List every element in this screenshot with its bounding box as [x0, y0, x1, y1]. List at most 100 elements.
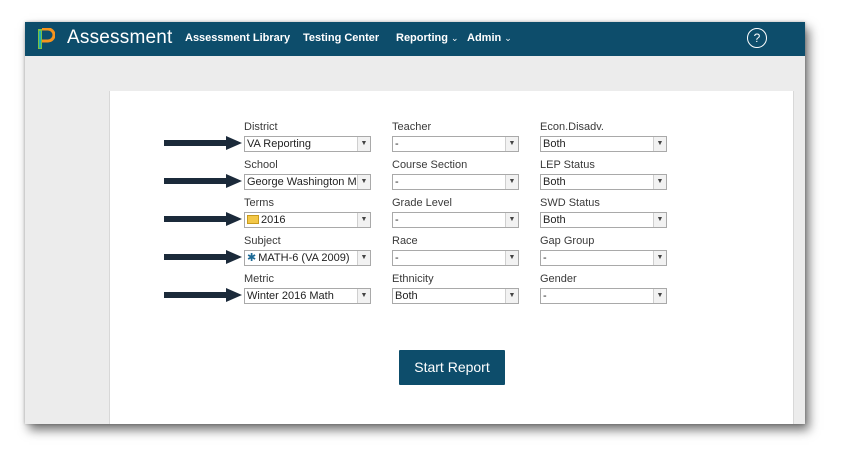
chevron-down-icon: ▼ [357, 251, 370, 265]
race-field: Race - ▼ [392, 234, 519, 266]
course-section-select[interactable]: - ▼ [392, 174, 519, 190]
teacher-select[interactable]: - ▼ [392, 136, 519, 152]
chevron-down-icon: ▼ [653, 213, 666, 227]
teacher-value: - [395, 138, 399, 150]
metric-value: Winter 2016 Math [247, 290, 334, 302]
app-window: Assessment Assessment Library Testing Ce… [25, 22, 805, 424]
nav-reporting-menu[interactable]: Reporting ⌄ [396, 32, 459, 44]
swd-status-field: SWD Status Both ▼ [540, 196, 667, 228]
grade-level-select[interactable]: - ▼ [392, 212, 519, 228]
annotation-arrow-icon [164, 174, 242, 188]
chevron-down-icon: ▼ [653, 251, 666, 265]
lep-status-field: LEP Status Both ▼ [540, 158, 667, 190]
nav-label: Admin [467, 32, 502, 44]
ethnicity-field: Ethnicity Both ▼ [392, 272, 519, 304]
chevron-down-icon: ▼ [505, 289, 518, 303]
swd-status-label: SWD Status [540, 197, 600, 209]
nav-admin-menu[interactable]: Admin ⌄ [467, 32, 512, 44]
terms-value: 2016 [261, 214, 286, 226]
app-title: Assessment [67, 27, 173, 48]
chevron-down-icon: ▼ [653, 289, 666, 303]
lep-status-select[interactable]: Both ▼ [540, 174, 667, 190]
course-section-label: Course Section [392, 159, 468, 171]
terms-select[interactable]: 2016 ▼ [244, 212, 371, 228]
district-label: District [244, 121, 278, 133]
chevron-down-icon: ▼ [505, 137, 518, 151]
grade-level-field: Grade Level - ▼ [392, 196, 519, 228]
nav-label: Testing Center [303, 32, 380, 44]
subject-label: Subject [244, 235, 281, 247]
gap-group-select[interactable]: - ▼ [540, 250, 667, 266]
chevron-down-icon: ⌄ [450, 33, 459, 43]
terms-field: Terms 2016 ▼ [244, 196, 371, 228]
annotation-arrow-icon [164, 250, 242, 264]
gender-label: Gender [540, 273, 577, 285]
swd-status-select[interactable]: Both ▼ [540, 212, 667, 228]
ethnicity-label: Ethnicity [392, 273, 434, 285]
race-select[interactable]: - ▼ [392, 250, 519, 266]
econ-disadv-field: Econ.Disadv. Both ▼ [540, 120, 667, 152]
district-field: District VA Reporting ▼ [244, 120, 371, 152]
subject-select[interactable]: ✱ MATH-6 (VA 2009) ▼ [244, 250, 371, 266]
chevron-down-icon: ▼ [505, 213, 518, 227]
gap-group-field: Gap Group - ▼ [540, 234, 667, 266]
annotation-arrow-icon [164, 288, 242, 302]
metric-label: Metric [244, 273, 274, 285]
school-label: School [244, 159, 278, 171]
econ-disadv-select[interactable]: Both ▼ [540, 136, 667, 152]
terms-value-wrap: 2016 [247, 213, 356, 227]
chevron-down-icon: ▼ [505, 251, 518, 265]
chevron-down-icon: ▼ [653, 175, 666, 189]
subject-field: Subject ✱ MATH-6 (VA 2009) ▼ [244, 234, 371, 266]
metric-select[interactable]: Winter 2016 Math ▼ [244, 288, 371, 304]
chevron-down-icon: ▼ [653, 137, 666, 151]
nav-assessment-library[interactable]: Assessment Library [185, 32, 290, 44]
grade-level-value: - [395, 214, 399, 226]
start-report-button[interactable]: Start Report [399, 350, 505, 385]
race-value: - [395, 252, 399, 264]
course-section-field: Course Section - ▼ [392, 158, 519, 190]
lep-status-value: Both [543, 176, 566, 188]
teacher-label: Teacher [392, 121, 432, 133]
gender-field: Gender - ▼ [540, 272, 667, 304]
nav-testing-center[interactable]: Testing Center [303, 32, 379, 44]
race-label: Race [392, 235, 418, 247]
annotation-arrow-icon [164, 212, 242, 226]
gap-group-label: Gap Group [540, 235, 595, 247]
teacher-field: Teacher - ▼ [392, 120, 519, 152]
gap-group-value: - [543, 252, 547, 264]
gender-select[interactable]: - ▼ [540, 288, 667, 304]
gender-value: - [543, 290, 547, 302]
powerschool-logo-icon [38, 28, 55, 49]
subject-value: MATH-6 (VA 2009) [258, 252, 350, 264]
district-select[interactable]: VA Reporting ▼ [244, 136, 371, 152]
chevron-down-icon: ▼ [357, 137, 370, 151]
chevron-down-icon: ▼ [357, 213, 370, 227]
school-field: School George Washington M ▼ [244, 158, 371, 190]
metric-field: Metric Winter 2016 Math ▼ [244, 272, 371, 304]
ethnicity-select[interactable]: Both ▼ [392, 288, 519, 304]
chevron-down-icon: ▼ [357, 175, 370, 189]
subject-value-wrap: ✱ MATH-6 (VA 2009) [247, 251, 356, 265]
annotation-arrow-icon [164, 136, 242, 150]
terms-label: Terms [244, 197, 274, 209]
school-select[interactable]: George Washington M ▼ [244, 174, 371, 190]
gear-icon: ✱ [247, 252, 257, 264]
lep-status-label: LEP Status [540, 159, 595, 171]
swd-status-value: Both [543, 214, 566, 226]
help-icon[interactable]: ? [747, 28, 767, 48]
chevron-down-icon: ▼ [505, 175, 518, 189]
top-navigation-bar: Assessment Assessment Library Testing Ce… [25, 22, 805, 56]
chevron-down-icon: ⌄ [504, 33, 512, 43]
chevron-down-icon: ▼ [357, 289, 370, 303]
grade-level-label: Grade Level [392, 197, 452, 209]
folder-icon [247, 215, 259, 224]
ethnicity-value: Both [395, 290, 418, 302]
district-value: VA Reporting [247, 138, 312, 150]
school-value: George Washington M [247, 176, 356, 188]
econ-disadv-label: Econ.Disadv. [540, 121, 604, 133]
course-section-value: - [395, 176, 399, 188]
nav-label: Reporting [396, 32, 448, 44]
econ-disadv-value: Both [543, 138, 566, 150]
nav-label: Assessment Library [185, 32, 291, 44]
